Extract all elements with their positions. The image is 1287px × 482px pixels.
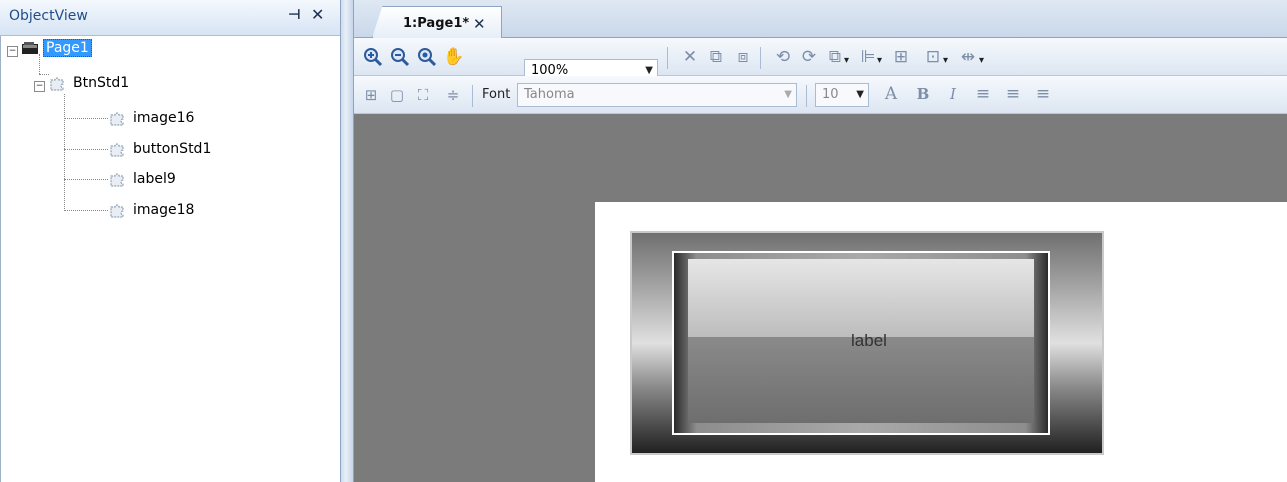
font-value: Tahoma	[524, 87, 575, 102]
tree-node-btnstd1[interactable]: BtnStd1	[49, 73, 131, 93]
format-toolbar: ⊞ ▢ ⛶ ≑ Font Tahoma ▼ 10 ▼ A B I ≡ ≡ ≡	[354, 76, 1287, 114]
tree-connector	[64, 149, 108, 150]
group-icon[interactable]: ⧉	[705, 46, 727, 68]
object-view-title: ObjectView	[9, 8, 88, 24]
align-left-icon[interactable]: ≡	[972, 83, 994, 105]
widget-face-top	[688, 259, 1034, 337]
puzzle-icon	[110, 173, 124, 187]
button-widget[interactable]: label	[630, 231, 1104, 455]
chevron-down-icon: ▼	[856, 89, 864, 100]
chevron-down-icon[interactable]: ▾	[943, 55, 948, 66]
align-right-icon[interactable]: ≡	[1032, 83, 1054, 105]
chevron-down-icon[interactable]: ▾	[844, 55, 849, 66]
font-size-select[interactable]: 10 ▼	[815, 83, 869, 107]
tree-connector	[64, 94, 65, 211]
object-tree: − Page1 − BtnStd1 image16 buttonStd1 lab…	[0, 36, 336, 482]
tab-page1[interactable]: 1:Page1* ✕	[372, 6, 502, 38]
close-panel-icon[interactable]: ✕	[311, 5, 324, 24]
bold-icon[interactable]: B	[912, 83, 934, 105]
center-icon[interactable]: ≑	[442, 84, 464, 106]
layout-toolbar: ✋ 100% ▼ ✕ ⧉ ⧈ ⟲ ⟳ ⧉ ▾ ⊫ ▾ ⊞ ⊡ ▾ ⇹ ▾	[354, 38, 1287, 83]
hand-pan-icon[interactable]: ✋	[443, 46, 465, 68]
widget-label[interactable]: label	[632, 331, 1106, 351]
tree-node-image16[interactable]: image16	[109, 108, 196, 128]
tab-label: 1:Page1*	[403, 16, 470, 31]
document-tabstrip: 1:Page1* ✕	[354, 0, 1287, 38]
ungroup-icon[interactable]: ⧈	[732, 46, 754, 68]
expand-collapse-icon[interactable]: −	[34, 81, 45, 92]
tree-node-label9[interactable]: label9	[109, 169, 178, 189]
page-icon	[21, 41, 39, 55]
font-size-value: 10	[822, 87, 839, 102]
page-editor: 1:Page1* ✕ ✋ 100% ▼ ✕ ⧉ ⧈ ⟲ ⟳ ⧉ ▾ ⊫ ▾ ⊞ …	[354, 0, 1287, 482]
zoom-out-icon[interactable]	[389, 46, 411, 68]
font-color-icon[interactable]: A	[880, 83, 902, 105]
object-view-header: ObjectView ⊣ ✕	[0, 0, 340, 36]
tree-node-label: image16	[133, 110, 195, 126]
tree-connector	[64, 179, 108, 180]
chevron-down-icon[interactable]: ▾	[877, 55, 882, 66]
tree-node-label: Page1	[43, 39, 92, 57]
pin-icon[interactable]: ⊣	[288, 7, 301, 23]
font-select[interactable]: Tahoma ▼	[517, 83, 797, 107]
distribute-icon[interactable]: ⇹	[957, 46, 979, 68]
puzzle-icon	[110, 143, 124, 157]
toolbar-separator	[806, 85, 807, 107]
tree-node-image18[interactable]: image18	[109, 200, 196, 220]
align-center-icon[interactable]: ≡	[1002, 83, 1024, 105]
size-icon[interactable]: ⊞	[890, 46, 912, 68]
bring-forward-icon[interactable]: ⟲	[772, 46, 794, 68]
tree-connector	[39, 74, 49, 75]
tree-node-label: label9	[133, 171, 176, 187]
align-icon[interactable]: ⊫	[857, 46, 879, 68]
toolbar-separator	[760, 47, 761, 69]
grid-icon[interactable]: ⊞	[360, 84, 382, 106]
expand-collapse-icon[interactable]: −	[7, 46, 18, 57]
send-backward-icon[interactable]: ⟳	[798, 46, 820, 68]
tree-node-label: BtnStd1	[73, 75, 130, 91]
tree-connector	[64, 118, 108, 119]
font-label: Font	[482, 87, 511, 102]
fill-icon[interactable]: ⛶	[412, 84, 434, 106]
puzzle-icon	[110, 204, 124, 218]
chevron-down-icon[interactable]: ▾	[979, 55, 984, 66]
tree-node-label: buttonStd1	[133, 141, 212, 157]
design-canvas[interactable]: label	[595, 202, 1287, 482]
toolbar-separator	[667, 47, 668, 69]
tree-node-buttonstd1[interactable]: buttonStd1	[109, 139, 213, 159]
close-tab-icon[interactable]: ✕	[473, 15, 486, 33]
puzzle-icon	[110, 112, 124, 126]
tree-node-page1[interactable]: Page1	[21, 38, 92, 58]
tree-node-label: image18	[133, 202, 195, 218]
puzzle-icon	[50, 77, 64, 91]
tree-connector	[64, 210, 108, 211]
spacing-icon[interactable]: ⊡	[922, 46, 944, 68]
zoom-in-icon[interactable]	[362, 46, 384, 68]
zoom-fit-icon[interactable]	[416, 46, 438, 68]
italic-icon[interactable]: I	[942, 83, 964, 105]
chevron-down-icon: ▼	[784, 89, 792, 100]
panel-splitter[interactable]	[340, 0, 354, 482]
object-view-panel: ObjectView ⊣ ✕ − Page1 − BtnStd1 image16…	[0, 0, 340, 482]
frame-icon[interactable]: ▢	[386, 84, 408, 106]
order-icon[interactable]: ⧉	[824, 46, 846, 68]
delete-icon[interactable]: ✕	[679, 46, 701, 68]
toolbar-separator	[472, 85, 473, 107]
